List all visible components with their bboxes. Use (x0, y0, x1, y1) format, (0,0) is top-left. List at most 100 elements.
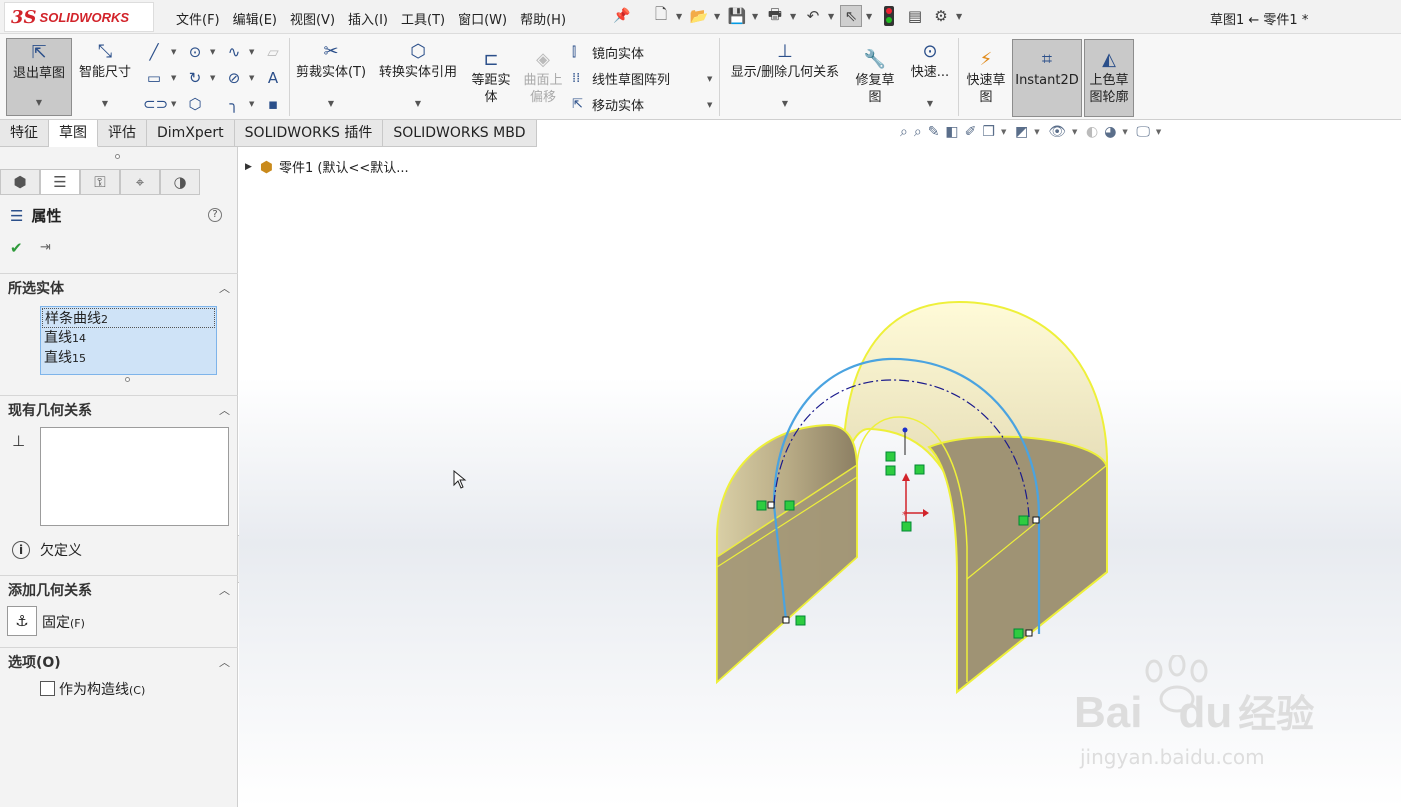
view-orientation-icon[interactable]: ❒ (982, 124, 995, 140)
save-dropdown-icon[interactable]: ▼ (752, 12, 760, 21)
spline-tool-icon[interactable]: ∿ (223, 42, 245, 62)
previous-view-icon[interactable]: ✎ (928, 124, 940, 140)
open-folder-icon[interactable]: 📂 (688, 5, 710, 27)
fix-relation-label[interactable]: 固定(F) (42, 612, 85, 632)
view-orientation-dropdown-icon[interactable]: ▼ (1001, 128, 1009, 136)
options-gear-icon[interactable]: ⚙ (930, 5, 952, 27)
collapse-chevron-icon[interactable]: ︿ (219, 402, 230, 418)
tab-addins[interactable]: SOLIDWORKS 插件 (234, 120, 384, 147)
scene-dropdown-icon[interactable]: ▼ (1122, 128, 1130, 136)
rectangle-dropdown-icon[interactable]: ▼ (171, 74, 176, 82)
shaded-sketch-contours-button[interactable]: ◭ 上色草 图轮廓 (1084, 39, 1134, 117)
ellipse-tool-icon[interactable]: ⊘ (223, 68, 245, 88)
exit-sketch-button[interactable]: ⇱ 退出草图 ▼ (6, 38, 72, 116)
list-resize-handle[interactable] (125, 377, 130, 382)
polygon-tool-icon[interactable]: ⬡ (184, 94, 206, 114)
zoom-to-fit-icon[interactable]: ⌕ (900, 124, 908, 140)
undo-dropdown-icon[interactable]: ▼ (828, 12, 836, 21)
pattern-dropdown-icon[interactable]: ▼ (707, 75, 712, 83)
graphics-area[interactable]: ▶ ⬢ 零件1 (默认<<默认... * Bai du 经验 jingyan.b… (239, 147, 1401, 807)
convert-dropdown-icon[interactable]: ▼ (415, 95, 421, 112)
hide-show-items-icon[interactable]: 👁 (1048, 124, 1066, 140)
exit-sketch-dropdown-icon[interactable]: ▼ (36, 94, 42, 111)
help-icon[interactable]: ? (208, 208, 222, 222)
keep-visible-pushpin-icon[interactable]: ⇥ (40, 240, 51, 255)
select-pointer-icon[interactable]: ⇖ (840, 5, 862, 27)
list-item[interactable]: 直线14 (42, 328, 215, 348)
zoom-to-area-icon[interactable]: ⌕ (914, 124, 922, 140)
menu-edit[interactable]: 编辑(E) (233, 9, 277, 28)
display-style-icon[interactable]: ◩ (1015, 124, 1028, 140)
open-dropdown-icon[interactable]: ▼ (714, 12, 722, 21)
text-tool-icon[interactable]: A (262, 68, 284, 88)
repair-sketch-button[interactable]: 🔧 修复草 图 (850, 48, 900, 106)
configuration-manager-tab-icon[interactable]: ⚿ (80, 169, 120, 195)
slot-dropdown-icon[interactable]: ▼ (171, 100, 176, 108)
add-relations-header[interactable]: 添加几何关系 ︿ (0, 575, 238, 603)
tab-features[interactable]: 特征 (0, 120, 49, 147)
rapid-sketch-button[interactable]: ⚡ 快速草 图 (962, 48, 1010, 106)
fillet-dropdown-icon[interactable]: ▼ (249, 100, 254, 108)
tab-evaluate[interactable]: 评估 (98, 120, 147, 147)
panel-grip-handle[interactable] (115, 154, 120, 159)
pin-menu-icon[interactable]: 📌 (613, 8, 630, 24)
relations-dropdown-icon[interactable]: ▼ (782, 95, 788, 112)
arc-dropdown-icon[interactable]: ▼ (210, 74, 215, 82)
selected-entities-list[interactable]: 样条曲线2 直线14 直线15 (40, 306, 217, 375)
ellipse-dropdown-icon[interactable]: ▼ (249, 74, 254, 82)
options-header[interactable]: 选项(O) ︿ (0, 647, 238, 675)
selected-entities-header[interactable]: 所选实体 ︿ (0, 273, 238, 301)
menu-insert[interactable]: 插入(I) (348, 9, 388, 28)
trim-entities-button[interactable]: ✂ 剪裁实体(T) ▼ (294, 40, 368, 112)
arc-tool-icon[interactable]: ↻ (184, 68, 206, 88)
sketch-point[interactable] (902, 427, 908, 433)
trim-dropdown-icon[interactable]: ▼ (328, 95, 334, 112)
collapse-chevron-icon[interactable]: ︿ (219, 280, 230, 296)
fix-relation-button[interactable]: ⚓ (7, 606, 37, 636)
tab-sketch[interactable]: 草图 (49, 120, 98, 147)
collapse-chevron-icon[interactable]: ︿ (219, 654, 230, 670)
move-dropdown-icon[interactable]: ▼ (707, 101, 712, 109)
quick-snaps-dropdown-icon[interactable]: ▼ (927, 95, 933, 112)
fillet-tool-icon[interactable]: ╮ (223, 94, 245, 114)
undo-icon[interactable]: ↶ (802, 5, 824, 27)
move-entities-button[interactable]: ⇱ 移动实体 (572, 95, 644, 114)
mirror-entities-button[interactable]: ⫿ 镜向实体 (572, 43, 644, 62)
scene-icon[interactable]: ◕ (1104, 124, 1116, 140)
save-icon[interactable]: 💾 (726, 5, 748, 27)
edit-appearance-icon[interactable]: ◐ (1086, 124, 1098, 140)
circle-tool-icon[interactable]: ⊙ (184, 42, 206, 62)
circle-dropdown-icon[interactable]: ▼ (210, 48, 215, 56)
plane-tool-icon[interactable]: ▱ (262, 42, 284, 62)
property-manager-tab-icon[interactable]: ☰ (40, 169, 80, 195)
feature-tree-flyout[interactable]: ▶ ⬢ 零件1 (默认<<默认... (245, 157, 409, 177)
linear-pattern-button[interactable]: ⁞⁞ 线性草图阵列 (572, 69, 670, 88)
rebuild-traffic-light-icon[interactable] (878, 5, 900, 27)
expand-triangle-icon[interactable]: ▶ (245, 162, 252, 172)
view-settings-monitor-icon[interactable]: 🖵 (1136, 124, 1150, 140)
smart-dimension-button[interactable]: ⤡ 智能尺寸 ▼ (74, 40, 136, 112)
collapse-chevron-icon[interactable]: ︿ (219, 582, 230, 598)
menu-window[interactable]: 窗口(W) (458, 9, 507, 28)
tab-mbd[interactable]: SOLIDWORKS MBD (383, 120, 537, 147)
menu-file[interactable]: 文件(F) (176, 9, 220, 28)
slot-tool-icon[interactable]: ⊂⊃ (143, 94, 168, 114)
point-tool-icon[interactable]: ▪ (262, 94, 284, 114)
convert-entities-button[interactable]: ⬡ 转换实体引用 ▼ (374, 40, 462, 112)
options-dropdown-icon[interactable]: ▼ (956, 12, 964, 21)
hide-show-dropdown-icon[interactable]: ▼ (1072, 128, 1080, 136)
select-dropdown-icon[interactable]: ▼ (866, 12, 874, 21)
menu-help[interactable]: 帮助(H) (520, 9, 566, 28)
line-tool-icon[interactable]: ╱ (143, 42, 165, 62)
construction-checkbox[interactable] (40, 681, 55, 696)
line-dropdown-icon[interactable]: ▼ (171, 48, 176, 56)
list-item[interactable]: 样条曲线2 (42, 308, 215, 328)
dimxpert-manager-tab-icon[interactable]: ⌖ (120, 169, 160, 195)
show-delete-relations-button[interactable]: ⊥ 显示/删除几何关系 ▼ (724, 40, 846, 112)
display-manager-tab-icon[interactable]: ◑ (160, 169, 200, 195)
section-view-icon[interactable]: ◧ (945, 124, 958, 140)
spline-dropdown-icon[interactable]: ▼ (249, 48, 254, 56)
menu-tools[interactable]: 工具(T) (401, 9, 445, 28)
list-item[interactable]: 直线15 (42, 348, 215, 368)
existing-relations-list[interactable] (40, 427, 229, 526)
